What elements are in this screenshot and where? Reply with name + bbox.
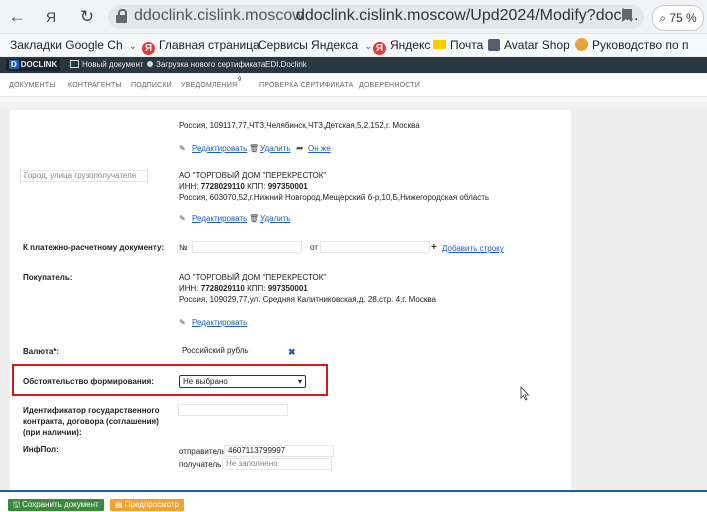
address-bar[interactable]: ddoclink.cislink.moscow ddoclink.cislink… (108, 5, 644, 29)
url-domain: ddoclink.cislink.moscow (134, 7, 304, 24)
consignee-address: Россия, 603070,52,г.Нижний Новгород,Меще… (179, 193, 490, 202)
zoom-level: 75 % (669, 11, 697, 25)
bookmark-mail[interactable]: Почта (433, 38, 483, 52)
save-icon: 🖫 (13, 500, 20, 509)
bookmark-yandex-services[interactable]: Сервисы Яндекса ⌄ (258, 38, 372, 52)
preview-button[interactable]: ▤ Предпросмотр (110, 499, 185, 511)
menu-contractors[interactable]: КОНТРАГЕНТЫ (68, 82, 122, 89)
infpol-label: ИнфПол: (23, 445, 59, 454)
buyer-edit-link[interactable]: Редактировать (192, 318, 247, 327)
shipper-delete-link[interactable]: Удалить (260, 144, 291, 153)
action-bar (0, 492, 707, 512)
url-text: ddoclink.cislink.moscow/Upd2024/Modify?d… (296, 7, 639, 24)
scroll-fade (0, 97, 707, 111)
preview-icon: ▤ (115, 500, 123, 509)
chevron-down-icon: ⌄ (364, 41, 373, 52)
formation-label: Обстоятельство формирования: (23, 377, 154, 386)
share-icon: ➦ (296, 143, 304, 153)
currency-input[interactable]: Российский рубль (178, 345, 288, 357)
payment-number-input[interactable] (192, 241, 302, 253)
new-document-link[interactable]: Новый документ (70, 60, 144, 69)
infpol-sender-input[interactable]: 4607113799997 (224, 445, 334, 457)
bookmark-google[interactable]: Закладки Google Ch ⌄ (10, 38, 137, 52)
trash-icon: 🗑 (249, 144, 260, 153)
pencil-icon: ✎ (179, 214, 186, 223)
notifications-badge: 9 (238, 77, 242, 83)
buyer-name: АО "ТОРГОВЫЙ ДОМ "ПЕРЕКРЕСТОК" (179, 273, 327, 282)
gear-icon (575, 38, 588, 51)
bookmark-guide[interactable]: Руководство по п (575, 38, 688, 52)
menu-powers-of-attorney[interactable]: ДОВЕРЕННОСТИ (359, 82, 420, 89)
gov-contract-label-3: (при наличии): (23, 428, 82, 437)
mouse-cursor-icon (520, 386, 530, 401)
payment-from-label: от (310, 243, 318, 252)
app-header: D DOCLINK Новый документ Загрузка нового … (0, 57, 707, 73)
consignee-edit-link[interactable]: Редактировать (192, 214, 247, 223)
app-logo[interactable]: D DOCLINK (6, 59, 61, 71)
upload-certificate-link[interactable]: Загрузка нового сертификата (147, 60, 265, 69)
gov-contract-input[interactable] (178, 404, 288, 416)
formation-select[interactable]: Не выбрано ▾ (179, 375, 306, 388)
bookmark-avatar-shop[interactable]: Avatar Shop (488, 38, 570, 52)
menu-notifications[interactable]: УВЕДОМЛЕНИЯ (181, 82, 237, 89)
browser-toolbar: ← Я ↻ ddoclink.cislink.moscow ddoclink.c… (0, 0, 707, 34)
gov-contract-label-2: контракта, договора (соглашения) (23, 417, 159, 426)
buyer-inn-line: ИНН: 7728029110 КПП: 997350001 (179, 284, 308, 293)
shipper-same-link[interactable]: Он же (308, 144, 331, 153)
payment-doc-label: К платежно-расчетному документу: (23, 243, 165, 252)
shipper-address: Россия, 109117,77,ЧТЗ,Челябинск,ЧТЗ,Детс… (179, 121, 420, 130)
bookmark-main-page[interactable]: Я Главная страница (142, 38, 260, 55)
currency-label: Валюта*: (23, 347, 60, 356)
menu-certificate-check[interactable]: ПРОВЕРКА СЕРТИФИКАТА (259, 82, 353, 89)
pencil-icon: ✎ (179, 318, 186, 327)
avatar-shop-icon (488, 39, 500, 51)
save-document-button[interactable]: 🖫 Сохранить документ (8, 499, 104, 511)
document-icon (70, 60, 79, 68)
mail-icon (433, 40, 446, 49)
consignee-city-input[interactable]: Город, улица грузополучателя (20, 170, 148, 182)
plus-icon: + (431, 242, 437, 253)
clear-icon[interactable]: ✖ (288, 347, 296, 358)
payment-number-prefix: № (179, 243, 188, 252)
bookmark-yandex[interactable]: Я Яндекс (373, 38, 430, 55)
reload-icon[interactable]: ↻ (76, 6, 98, 28)
add-row-link[interactable]: Добавить строку (442, 244, 504, 253)
main-menu: ДОКУМЕНТЫ КОНТРАГЕНТЫ ПОДПИСКИ УВЕДОМЛЕН… (0, 74, 707, 97)
chevron-down-icon: ▾ (297, 377, 302, 386)
pencil-icon: ✎ (179, 144, 186, 153)
gov-contract-label-1: Идентификатор государственного (23, 406, 160, 415)
buyer-address: Россия, 109029,77,ул. Средняя Калитников… (179, 295, 436, 304)
menu-subscriptions[interactable]: ПОДПИСКИ (131, 82, 172, 89)
zoom-indicator[interactable]: ⌕ 75 % (652, 5, 704, 31)
consignee-name: АО "ТОРГОВЫЙ ДОМ "ПЕРЕКРЕСТОК" (179, 171, 327, 180)
consignee-delete-link[interactable]: Удалить (260, 214, 291, 223)
trash-icon: 🗑 (249, 214, 260, 223)
chevron-down-icon: ⌄ (128, 41, 138, 52)
consignee-inn-line: ИНН: 7728029110 КПП: 997350001 (179, 182, 308, 191)
bookmarks-bar: Закладки Google Ch ⌄ Я Главная страница Се… (0, 34, 707, 56)
infpol-sender-label: отправитель: (179, 447, 228, 456)
yandex-icon: Я (373, 42, 386, 55)
infpol-receiver-input[interactable]: Не заполнено (222, 458, 332, 470)
menu-documents[interactable]: ДОКУМЕНТЫ (9, 82, 56, 89)
yandex-icon: Я (142, 42, 155, 55)
lock-icon (116, 9, 127, 23)
buyer-label: Покупатель: (23, 273, 73, 282)
yandex-browser-icon[interactable]: Я (40, 6, 62, 28)
back-icon[interactable]: ← (6, 6, 28, 28)
certificate-icon (147, 61, 153, 67)
payment-date-input[interactable] (320, 241, 430, 253)
edi-doclink-link[interactable]: EDI.Doclink (265, 60, 307, 69)
infpol-receiver-label: получатель: (179, 460, 224, 469)
shipper-edit-link[interactable]: Редактировать (192, 144, 247, 153)
